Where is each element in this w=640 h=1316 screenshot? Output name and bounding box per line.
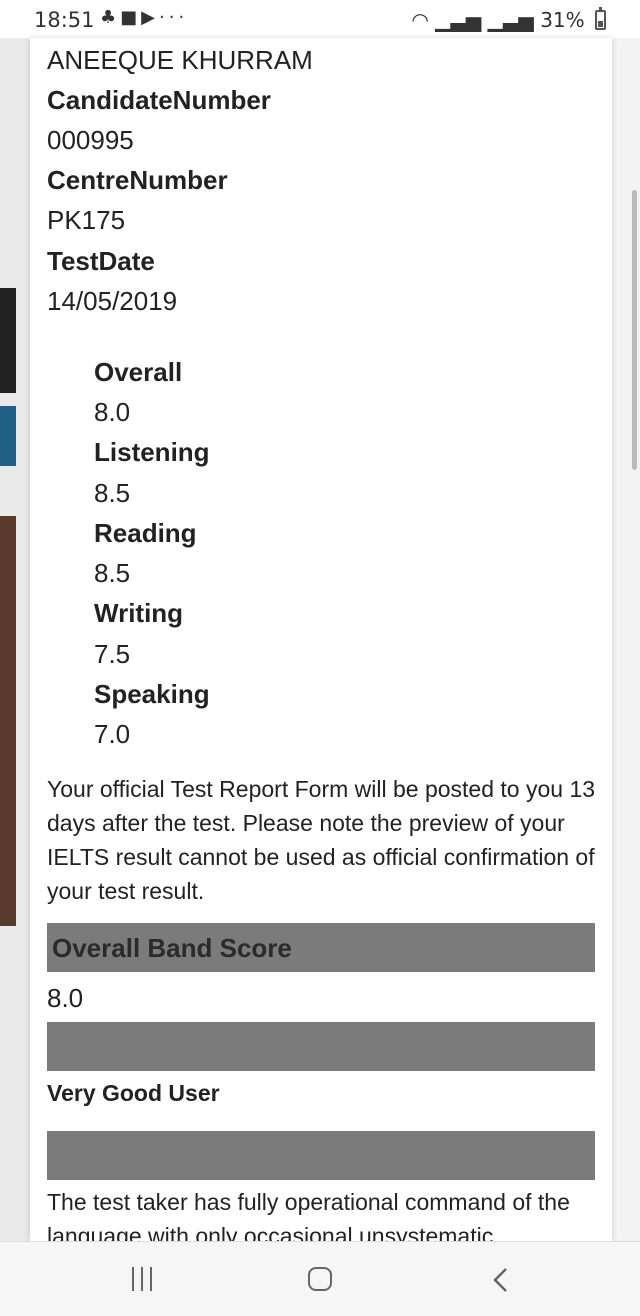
chat-icon: ■ (120, 7, 142, 28)
score-value-listening: 8.5 (94, 478, 131, 508)
score-label-overall: Overall (94, 357, 183, 387)
home-icon[interactable] (308, 1267, 332, 1291)
status-time: 18:51 (34, 8, 95, 32)
status-bar: 18:51 ♣■▶··· ◠ ▁▃▅ ▁▃▅ 31% (0, 0, 640, 38)
candidate-number-label: CandidateNumber (47, 85, 271, 115)
wifi-icon: ◠ (411, 8, 429, 32)
test-date: 14/05/2019 (47, 286, 178, 316)
notification-icons: ♣■▶··· (100, 7, 188, 28)
score-value-reading: 8.5 (94, 558, 131, 588)
test-date-label: TestDate (47, 246, 155, 276)
band-separator-bar (47, 1022, 595, 1071)
navigation-bar (0, 1241, 640, 1316)
signal-icon: ▁▃▅ (435, 8, 482, 32)
score-label-speaking: Speaking (94, 679, 210, 709)
youtube-icon: ▶ (141, 7, 159, 28)
background-image-block (0, 406, 16, 466)
battery-percent: 31% (540, 8, 585, 32)
score-value-overall: 8.0 (94, 397, 131, 427)
result-panel[interactable]: ANEEQUE KHURRAM CandidateNumber 000995 C… (30, 38, 612, 1241)
centre-number-label: CentreNumber (47, 165, 228, 195)
status-right: ◠ ▁▃▅ ▁▃▅ 31% (411, 7, 606, 32)
user-level: Very Good User (47, 1080, 220, 1106)
background-image-block (0, 516, 16, 926)
candidate-name: ANEEQUE KHURRAM (47, 45, 313, 75)
report-form-note: Your official Test Report Form will be p… (47, 776, 596, 904)
centre-number: PK175 (47, 205, 126, 235)
recent-apps-icon[interactable] (130, 1267, 154, 1291)
signal-icon-2: ▁▃▅ (487, 8, 534, 32)
more-icon: ··· (159, 7, 189, 28)
band-score-title: Overall Band Score (52, 933, 292, 963)
usb-debug-icon: ♣ (100, 7, 121, 28)
background-page (0, 38, 30, 1241)
description-header-bar (47, 1131, 595, 1180)
background-image-block (0, 288, 16, 393)
battery-icon (595, 7, 606, 30)
band-score-value: 8.0 (47, 983, 84, 1013)
candidate-number: 000995 (47, 125, 134, 155)
score-label-reading: Reading (94, 518, 197, 548)
score-value-speaking: 7.0 (94, 719, 131, 749)
scrollbar-thumb[interactable] (632, 190, 637, 470)
score-label-writing: Writing (94, 598, 184, 628)
band-description: The test taker has fully operational com… (47, 1189, 570, 1241)
score-label-listening: Listening (94, 437, 210, 467)
score-value-writing: 7.5 (94, 639, 131, 669)
back-icon[interactable] (490, 1266, 512, 1294)
